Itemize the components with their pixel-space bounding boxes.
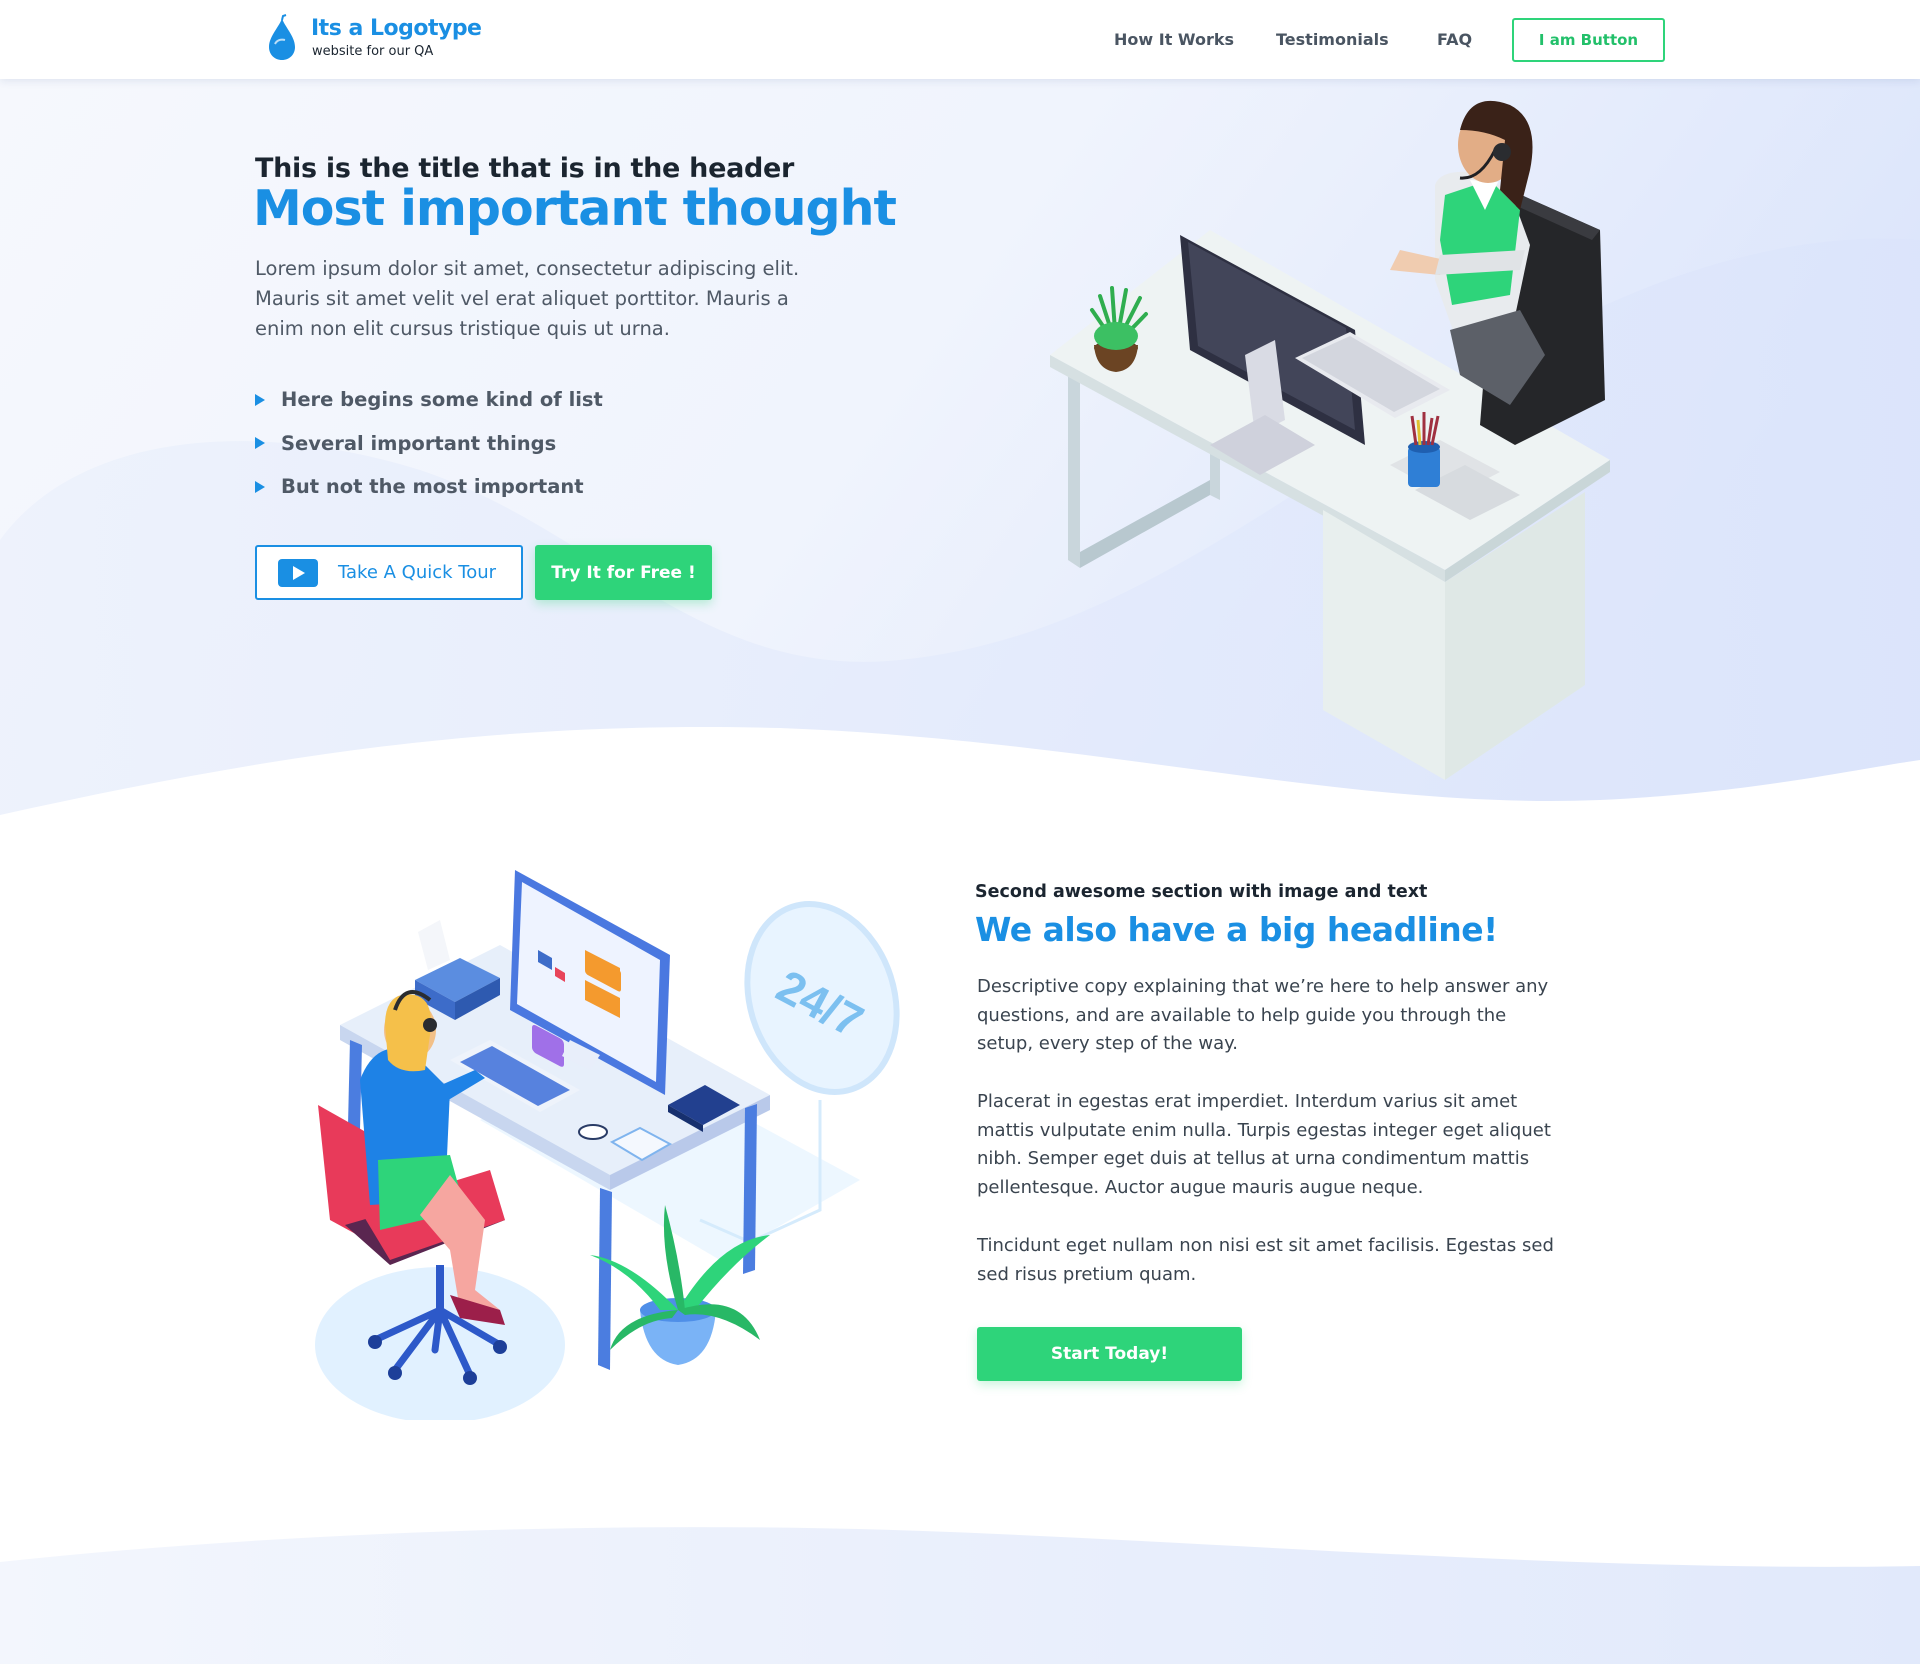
section-paragraph: Tincidunt eget nullam non nisi est sit a… <box>977 1235 1554 1285</box>
pear-drop-icon <box>269 14 295 60</box>
quick-tour-label: Take A Quick Tour <box>338 562 497 583</box>
logo[interactable]: Its a Logotype website for our QA <box>263 14 523 64</box>
triangle-bullet-icon <box>255 393 265 406</box>
list-item-text: But not the most important <box>281 475 584 499</box>
triangle-bullet-icon <box>255 480 265 493</box>
list-item: But not the most important <box>255 465 603 509</box>
footer-wave-background <box>0 1527 1920 1664</box>
triangle-bullet-icon <box>255 437 265 450</box>
call-center-workstation-illustration: 24/7 <box>315 870 900 1420</box>
section-eyebrow: Second awesome section with image and te… <box>975 882 1428 902</box>
nav-testimonials[interactable]: Testimonials <box>1276 30 1389 49</box>
hero-feature-list: Here begins some kind of list Several im… <box>255 378 603 509</box>
hero-description: Lorem ipsum dolor sit amet, consectetur … <box>255 257 800 340</box>
hero-title: Most important thought <box>253 180 897 237</box>
play-icon <box>278 558 318 587</box>
quick-tour-button[interactable]: Take A Quick Tour <box>255 545 523 600</box>
header-cta-button[interactable]: I am Button <box>1512 18 1665 62</box>
list-item: Here begins some kind of list <box>255 378 603 422</box>
section-title: We also have a big headline! <box>975 910 1498 949</box>
logo-subtitle: website for our QA <box>312 44 434 59</box>
list-item-text: Several important things <box>281 431 557 455</box>
nav-how-it-works[interactable]: How It Works <box>1114 30 1234 49</box>
support-agent-desk-illustration <box>1050 100 1610 780</box>
section-paragraph: Descriptive copy explaining that we’re h… <box>977 976 1549 1055</box>
try-free-button[interactable]: Try It for Free ! <box>535 545 712 600</box>
list-item: Several important things <box>255 422 603 466</box>
site-header: Its a Logotype website for our QA How It… <box>0 0 1920 79</box>
nav-faq[interactable]: FAQ <box>1437 30 1472 49</box>
start-today-button[interactable]: Start Today! <box>977 1327 1242 1381</box>
logo-title: Its a Logotype <box>311 16 482 41</box>
list-item-text: Here begins some kind of list <box>281 388 603 412</box>
section-paragraph: Placerat in egestas erat imperdiet. Inte… <box>977 1091 1551 1199</box>
